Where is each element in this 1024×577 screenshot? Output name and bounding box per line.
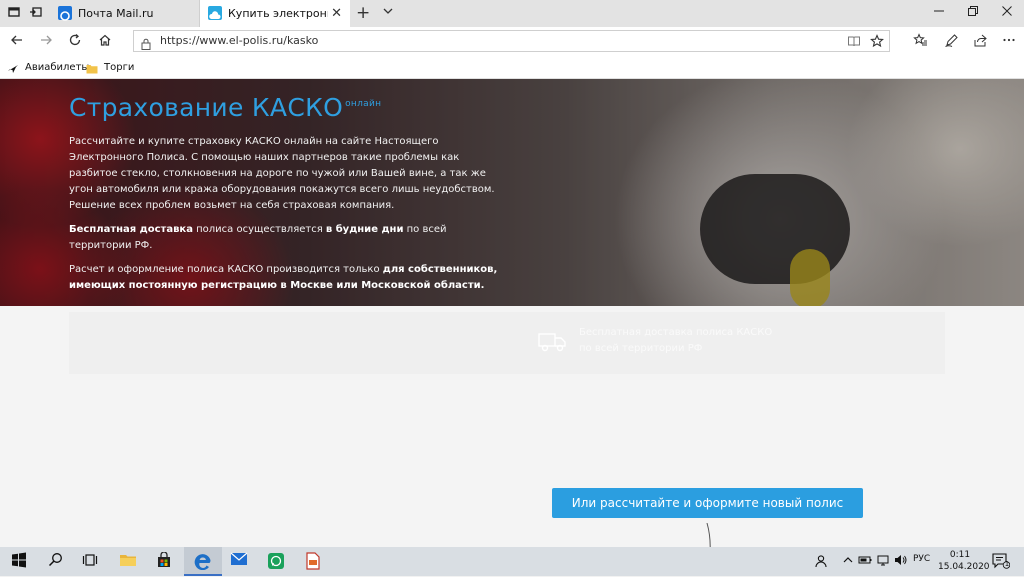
eligibility-text: Расчет и оформление полиса КАСКО произво…	[69, 264, 383, 275]
search-icon[interactable]	[45, 552, 65, 572]
page-title: Страхование КАСКО онлайн	[69, 93, 509, 122]
hero-content: Страхование КАСКО онлайн Рассчитайте и ку…	[69, 93, 509, 294]
tab-label: Купить электронный п	[228, 7, 328, 20]
favorite-label: Торги	[104, 62, 135, 73]
reading-view-icon[interactable]	[847, 34, 861, 52]
task-view-icon[interactable]	[80, 552, 100, 572]
system-clock[interactable]: 0:11 15.04.2020	[938, 549, 990, 573]
delivery-info-card: Бесплатная доставка полиса КАСКО по всей…	[69, 312, 945, 374]
delivery-text: полиса осуществляется	[192, 224, 326, 235]
pen-notes-icon[interactable]	[944, 33, 959, 52]
chevron-down-icon[interactable]	[382, 5, 394, 20]
back-arrow-icon[interactable]	[8, 33, 26, 51]
restore-icon[interactable]	[956, 0, 990, 27]
delivery-card-line1: Бесплатная доставка полиса КАСКО	[579, 327, 773, 338]
hero-description: Рассчитайте и купите страховку КАСКО онл…	[69, 136, 495, 211]
notification-center-icon[interactable]: 1	[992, 553, 1011, 569]
mail-favicon-icon	[58, 6, 72, 21]
delivery-truck-icon	[537, 328, 569, 356]
close-tab-icon[interactable]: ✕	[331, 0, 342, 27]
favorites-hub-icon[interactable]	[913, 33, 928, 52]
tab-label: Почта Mail.ru	[78, 7, 154, 20]
notification-count: 1	[1004, 560, 1010, 568]
mail-app-icon[interactable]	[229, 552, 249, 572]
page-title-text: Страхование КАСКО	[69, 93, 344, 122]
close-window-icon[interactable]	[990, 0, 1024, 27]
address-bar[interactable]: https://www.el-polis.ru/kasko	[133, 30, 890, 52]
refresh-icon[interactable]	[66, 33, 84, 51]
lock-icon	[141, 35, 151, 50]
minimize-icon[interactable]	[922, 0, 956, 27]
file-explorer-icon[interactable]	[118, 552, 138, 572]
favorite-star-icon[interactable]	[870, 34, 884, 52]
network-icon[interactable]	[876, 554, 890, 569]
decorative-line-icon	[705, 522, 713, 547]
home-icon[interactable]	[96, 33, 114, 51]
tab-strip: Почта Mail.ru Купить электронный п ✕ +	[0, 0, 1024, 27]
new-tab-icon[interactable]: +	[356, 3, 370, 23]
edge-browser-icon[interactable]	[193, 552, 213, 572]
clock-date: 15.04.2020	[938, 562, 990, 572]
more-options-icon[interactable]	[1002, 33, 1016, 51]
whatsapp-icon[interactable]	[266, 552, 286, 572]
windows-taskbar: РУС 0:11 15.04.2020 1	[0, 547, 1024, 576]
tab-mail[interactable]: Почта Mail.ru	[50, 0, 200, 27]
input-language[interactable]: РУС	[913, 554, 930, 564]
document-app-icon[interactable]	[303, 552, 323, 572]
delivery-days-bold: в будние дни	[325, 224, 404, 235]
cloud-favicon-icon	[208, 6, 222, 20]
windows-start-icon[interactable]	[9, 552, 29, 572]
hero-background-image	[790, 249, 830, 306]
share-icon[interactable]	[973, 33, 988, 52]
favorites-bar: Авиабилеты Торги	[0, 56, 1024, 79]
airplane-icon	[7, 61, 19, 73]
clock-time: 0:11	[949, 550, 971, 560]
hero-delivery-info: Бесплатная доставка полиса осуществляетс…	[69, 222, 509, 254]
people-icon[interactable]	[814, 554, 828, 571]
forward-arrow-icon[interactable]	[37, 33, 55, 51]
web-page: Страхование КАСКО онлайн Рассчитайте и ку…	[0, 79, 1024, 547]
favorite-label: Авиабилеты	[25, 62, 90, 73]
page-title-suffix: онлайн	[345, 99, 382, 109]
tab-el-polis[interactable]: Купить электронный п ✕	[200, 0, 350, 27]
delivery-bold: Бесплатная доставка	[69, 224, 193, 235]
volume-icon[interactable]	[894, 554, 908, 569]
delivery-card-text: Бесплатная доставка полиса КАСКО по всей…	[579, 325, 772, 357]
new-policy-button[interactable]: Или рассчитайте и оформите новый полис	[552, 488, 863, 518]
navigation-bar: https://www.el-polis.ru/kasko	[0, 27, 1024, 56]
address-url[interactable]: https://www.el-polis.ru/kasko	[160, 31, 318, 51]
tab-actions-icon[interactable]	[6, 5, 22, 21]
folder-icon	[86, 61, 98, 74]
battery-icon[interactable]	[858, 554, 872, 569]
chevron-up-icon[interactable]	[842, 554, 854, 569]
store-icon[interactable]	[154, 551, 174, 572]
hero-banner: Страхование КАСКО онлайн Рассчитайте и ку…	[0, 79, 1024, 306]
hero-eligibility-info: Расчет и оформление полиса КАСКО произво…	[69, 262, 509, 294]
set-aside-tabs-icon[interactable]	[28, 5, 44, 21]
hero-background-image	[700, 174, 850, 284]
delivery-card-line2: по всей территории РФ	[579, 343, 703, 354]
